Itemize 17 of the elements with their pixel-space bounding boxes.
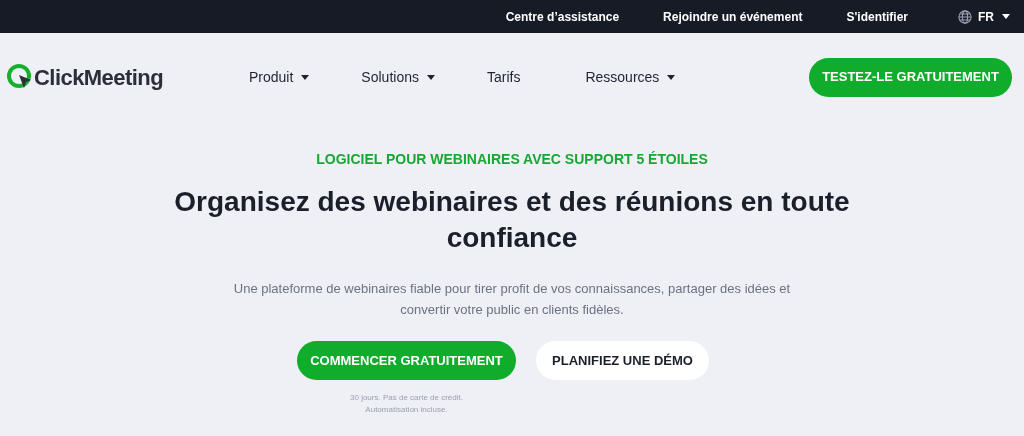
note-text: 30 jours. Pas de carte de crédit. Automatisation incluse. — [350, 392, 463, 416]
hero-subtitle: Une plateforme de webinaires fiable pour tirer profit de vos connaissances, partager des idées et convertir votre public en clients fidèles. — [232, 280, 792, 319]
nav-item[interactable]: Produit — [249, 66, 310, 88]
nav-item[interactable]: Ressources — [585, 66, 676, 88]
logo-text: ClickMeeting — [34, 63, 164, 92]
caret-icon — [1002, 14, 1010, 19]
nav-item[interactable]: Solutions — [361, 66, 435, 88]
top-link[interactable]: Rejoindre un événement — [663, 7, 803, 26]
hero-title: Organisez des webinaires et des réunions en toute confiance — [173, 185, 851, 255]
language-selector[interactable]: FR — [958, 7, 1010, 26]
logo-icon — [6, 63, 34, 91]
top-link[interactable]: S'identifier — [846, 7, 908, 26]
nav-item[interactable]: Tarifs — [486, 66, 521, 88]
top-link[interactable]: Centre d’assistance — [505, 7, 620, 26]
globe-icon — [958, 9, 972, 24]
eyebrow-text: LOGICIEL POUR WEBINAIRES AVEC SUPPORT 5 ÉTOILES — [316, 150, 708, 169]
demo-button[interactable]: PLANIFIEZ UNE DÉMO — [536, 341, 709, 380]
